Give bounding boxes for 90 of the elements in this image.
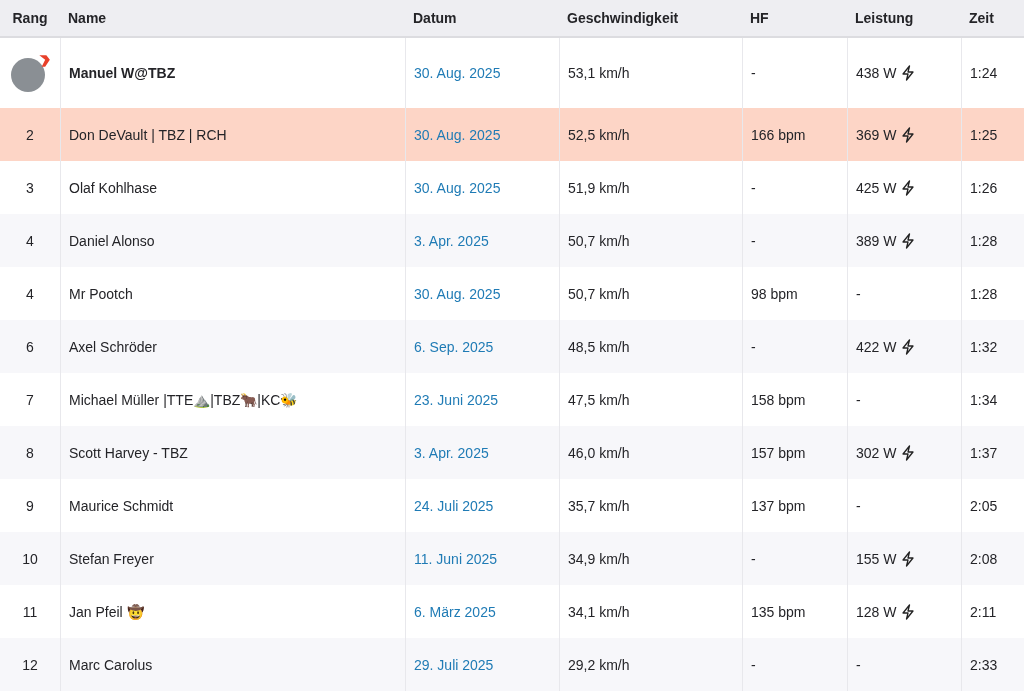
time-cell: 2:11 [970, 603, 997, 620]
rank-cell: 11 [22, 603, 38, 620]
speed-cell: 34,1 km/h [568, 603, 630, 620]
athlete-name[interactable]: Marc Carolus [69, 656, 153, 673]
rank-cell: 9 [26, 497, 34, 514]
speed-cell: 52,5 km/h [568, 126, 630, 143]
rank-cell: 4 [26, 232, 34, 249]
heart-rate-cell: - [751, 656, 756, 673]
athlete-name[interactable]: Manuel W@TBZ [69, 65, 176, 81]
power-cell: - [856, 497, 861, 514]
date-link[interactable]: 6. März 2025 [414, 603, 496, 620]
heart-rate-cell: - [751, 65, 756, 81]
rank-cell: 7 [26, 391, 34, 408]
time-cell: 1:28 [970, 285, 998, 302]
rank-cell: 3 [26, 179, 34, 196]
speed-cell: 46,0 km/h [568, 444, 630, 461]
heart-rate-cell: 98 bpm [751, 285, 798, 302]
power-cell: 389 W [856, 232, 897, 249]
athlete-name[interactable]: Jan Pfeil 🤠 [69, 603, 144, 620]
column-header: Datum [412, 9, 458, 28]
speed-cell: 29,2 km/h [568, 656, 630, 673]
power-cell: 425 W [856, 179, 897, 196]
power-cell: 128 W [856, 603, 897, 620]
date-link[interactable]: 23. Juni 2025 [414, 391, 499, 408]
heart-rate-cell: 158 bpm [751, 391, 806, 408]
power-cell: 438 W [856, 65, 897, 81]
power-cell: 302 W [856, 444, 897, 461]
heart-rate-cell: - [751, 338, 756, 355]
rank-cell: 12 [22, 656, 38, 673]
date-link[interactable]: 3. Apr. 2025 [414, 232, 489, 249]
column-header: Geschwindigkeit [566, 9, 680, 28]
heart-rate-cell: 166 bpm [751, 126, 806, 143]
date-link[interactable]: 11. Juni 2025 [414, 550, 498, 567]
speed-cell: 48,5 km/h [568, 338, 630, 355]
date-link[interactable]: 24. Juli 2025 [414, 497, 494, 514]
speed-cell: 51,9 km/h [568, 179, 630, 196]
heart-rate-cell: 157 bpm [751, 444, 806, 461]
athlete-name[interactable]: Maurice Schmidt [69, 497, 174, 514]
speed-cell: 53,1 km/h [568, 65, 630, 81]
date-link[interactable]: 30. Aug. 2025 [414, 65, 501, 81]
athlete-name[interactable]: Mr Pootch [69, 285, 133, 302]
power-cell: - [856, 285, 861, 302]
time-cell: 2:08 [970, 550, 998, 567]
athlete-name[interactable]: Michael Müller |TTE⛰|TBZ🐂|KC🐝 [69, 391, 298, 408]
heart-rate-cell: 137 bpm [751, 497, 806, 514]
rank-cell: 2 [26, 126, 34, 143]
date-link[interactable]: 30. Aug. 2025 [414, 126, 501, 143]
time-cell: 2:05 [970, 497, 998, 514]
time-cell: 1:25 [970, 126, 998, 143]
heart-rate-cell: 135 bpm [751, 603, 806, 620]
speed-cell: 47,5 km/h [568, 391, 630, 408]
athlete-name[interactable]: Olaf Kohlhase [69, 179, 157, 196]
rank-cell: 8 [26, 444, 34, 461]
speed-cell: 35,7 km/h [568, 497, 630, 514]
time-cell: 1:37 [970, 444, 998, 461]
column-header: Leistung [854, 9, 915, 28]
heart-rate-cell: - [751, 232, 756, 249]
time-cell: 2:33 [970, 656, 998, 673]
heart-rate-cell: - [751, 550, 756, 567]
heart-rate-cell: - [751, 179, 756, 196]
speed-cell: 50,7 km/h [568, 232, 630, 249]
power-cell: 422 W [856, 338, 897, 355]
athlete-name[interactable]: Don DeVault | TBZ | RCH [69, 126, 227, 143]
time-cell: 1:28 [970, 232, 998, 249]
power-cell: - [856, 656, 861, 673]
athlete-name[interactable]: Daniel Alonso [69, 232, 155, 249]
column-header: Name [67, 9, 108, 28]
date-link[interactable]: 30. Aug. 2025 [414, 179, 501, 196]
date-link[interactable]: 6. Sep. 2025 [414, 338, 494, 355]
time-cell: 1:32 [970, 338, 998, 355]
date-link[interactable]: 30. Aug. 2025 [414, 285, 501, 302]
column-header: Rang [11, 9, 49, 28]
date-link[interactable]: 29. Juli 2025 [414, 656, 494, 673]
time-cell: 1:26 [970, 179, 998, 196]
power-cell: 369 W [856, 126, 897, 143]
rank-cell: 10 [22, 550, 38, 567]
rank-cell: 6 [26, 338, 34, 355]
athlete-name[interactable]: Stefan Freyer [69, 550, 154, 567]
speed-cell: 34,9 km/h [568, 550, 630, 567]
column-header: HF [749, 9, 770, 28]
rank-cell: 4 [26, 285, 34, 302]
power-cell: - [856, 391, 861, 408]
athlete-name[interactable]: Scott Harvey - TBZ [69, 444, 188, 461]
athlete-name[interactable]: Axel Schröder [69, 338, 157, 355]
time-cell: 1:24 [970, 65, 998, 81]
column-header: Zeit [968, 9, 995, 28]
speed-cell: 50,7 km/h [568, 285, 630, 302]
time-cell: 1:34 [970, 391, 998, 408]
power-cell: 155 W [856, 550, 897, 567]
date-link[interactable]: 3. Apr. 2025 [414, 444, 489, 461]
